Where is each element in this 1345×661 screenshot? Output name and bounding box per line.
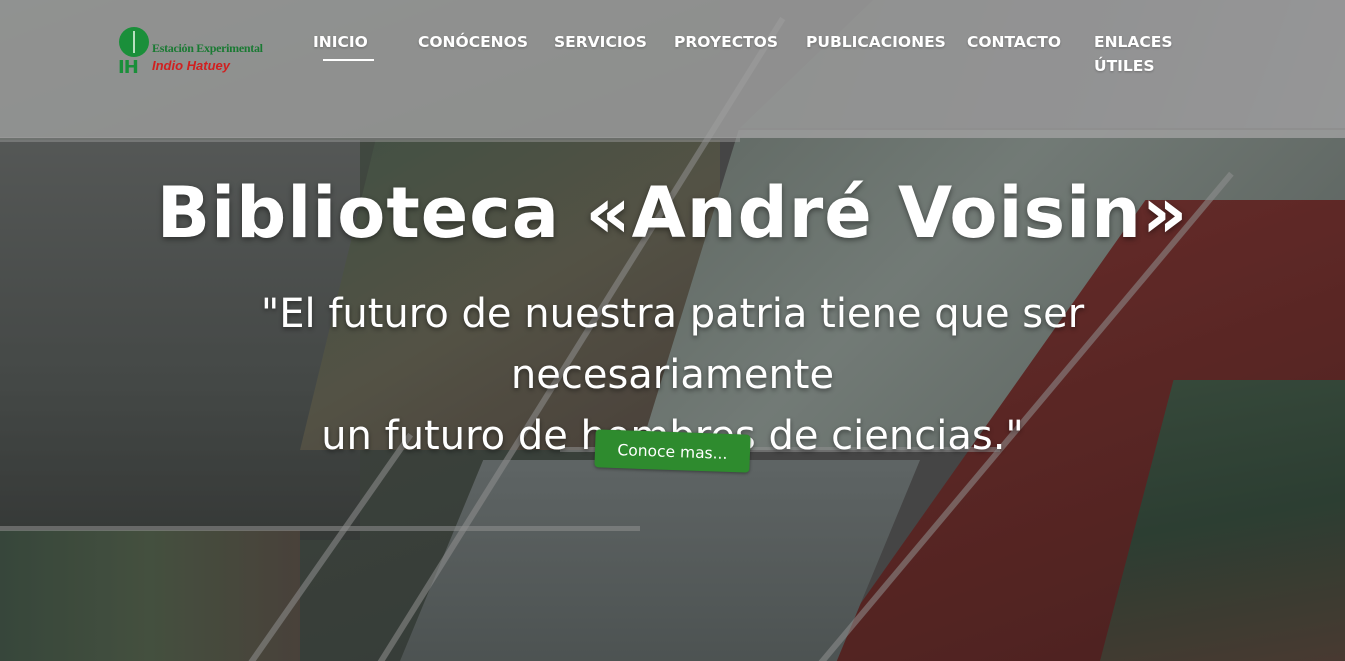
nav-item-inicio[interactable]: INICIO [313,30,374,61]
logo-mark: IH [118,27,150,77]
logo-monogram: IH [118,57,139,78]
nav-item-contacto[interactable]: CONTACTO [967,30,1061,54]
site-logo[interactable]: IH Estación Experimental Indio Hatuey [118,27,263,79]
logo-text-line1: Estación Experimental [152,41,263,55]
logo-text-line2: Indio Hatuey [152,58,231,73]
nav-item-conocenos[interactable]: CONÓCENOS [418,30,528,54]
nav-item-label-line2: ÚTILES [1094,57,1155,75]
learn-more-button[interactable]: Conoce mas... [594,429,751,473]
nav-item-servicios[interactable]: SERVICIOS [554,30,647,54]
site-header: IH Estación Experimental Indio Hatuey IN… [0,0,1345,138]
nav-item-label-line1: ENLACES [1094,33,1173,51]
nav-item-proyectos[interactable]: PROYECTOS [674,30,778,54]
hero-title: Biblioteca «André Voisin» [156,172,1189,254]
hero-quote-line1: "El futuro de nuestra patria tiene que s… [260,291,1085,398]
nav-item-publicaciones[interactable]: PUBLICACIONES [806,30,946,54]
leaf-icon [119,27,149,57]
nav-item-enlaces-utiles[interactable]: ENLACES ÚTILES [1094,30,1173,78]
